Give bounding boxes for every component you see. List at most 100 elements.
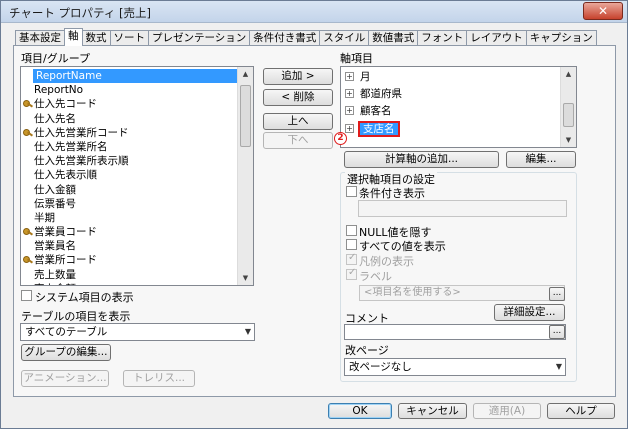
remove-button[interactable]: < 削除 xyxy=(263,89,333,106)
list-item-label: 仕入先営業所コード xyxy=(34,126,129,139)
list-item[interactable]: 半期 xyxy=(21,211,253,225)
list-item[interactable]: 売上金額 xyxy=(21,282,253,285)
comment-input[interactable] xyxy=(344,324,566,340)
tab-9[interactable]: レイアウト xyxy=(466,30,527,46)
chevron-down-icon: ▼ xyxy=(244,327,251,336)
window-title: チャート プロパティ [売上] xyxy=(9,6,151,20)
expand-icon[interactable]: + xyxy=(345,89,354,98)
trellis-button[interactable]: トレリス... xyxy=(123,370,195,387)
label-checkbox[interactable] xyxy=(346,267,357,280)
axis-tree-scrollbar[interactable]: ▲ ▼ xyxy=(560,67,576,147)
expand-icon[interactable]: + xyxy=(345,106,354,115)
scroll-up-icon[interactable]: ▲ xyxy=(561,67,576,81)
close-button[interactable]: ✕ xyxy=(583,2,623,20)
system-fields-label: システム項目の表示 xyxy=(35,291,134,304)
fields-list[interactable]: ReportName ReportNo 仕入先コード 仕入先名 仕入先営業所コード 仕入先… xyxy=(20,66,254,286)
pagebreak-select[interactable]: 改ページなし ▼ xyxy=(344,358,566,376)
conditional-checkbox[interactable] xyxy=(346,186,357,197)
table-label: テーブルの項目を表示 xyxy=(21,310,131,323)
scroll-down-icon[interactable]: ▼ xyxy=(238,271,253,285)
pagebreak-label: 改ページ xyxy=(345,344,389,357)
title-bar[interactable]: チャート プロパティ [売上] ✕ xyxy=(1,1,627,23)
list-item[interactable]: 仕入先表示順 xyxy=(21,168,253,182)
tab-5[interactable]: 条件付き書式 xyxy=(249,30,321,46)
list-item[interactable]: 仕入先名 xyxy=(21,112,253,126)
list-item-label: 営業所コード xyxy=(34,254,97,267)
axis-item-branch[interactable]: + 支店名 xyxy=(345,121,400,137)
list-item[interactable]: 伝票番号 xyxy=(21,197,253,211)
list-item[interactable]: 売上数量 xyxy=(21,268,253,282)
label-input[interactable]: <項目名を使用する> xyxy=(359,285,565,301)
list-item[interactable]: 仕入先営業所名 xyxy=(21,140,253,154)
list-item[interactable]: 仕入先営業所表示順 xyxy=(21,154,253,168)
list-item-label: ReportNo xyxy=(34,84,84,97)
apply-button[interactable]: 適用(A) xyxy=(473,403,541,419)
show-all-checkbox[interactable] xyxy=(346,239,357,250)
list-item[interactable]: 仕入金額 xyxy=(21,183,253,197)
table-select[interactable]: すべてのテーブル ▼ xyxy=(20,323,255,341)
scroll-down-icon[interactable]: ▼ xyxy=(561,133,576,147)
legend-label: 凡例の表示 xyxy=(359,255,414,268)
move-down-button[interactable]: 下へ xyxy=(263,132,333,149)
tab-7[interactable]: 数値書式 xyxy=(368,30,419,46)
label-browse-button[interactable]: ... xyxy=(549,287,565,301)
tab-8[interactable]: フォント xyxy=(417,30,468,46)
list-item[interactable]: 仕入先営業所コード xyxy=(21,126,253,140)
axis-item-customer[interactable]: + 顧客名 xyxy=(345,104,392,119)
axis-item-prefecture[interactable]: + 都道府県 xyxy=(345,87,402,102)
pagebreak-select-value: 改ページなし xyxy=(349,361,412,373)
comment-browse-button[interactable]: ... xyxy=(549,325,565,339)
list-item-label: 伝票番号 xyxy=(34,197,76,210)
list-item[interactable]: ReportName xyxy=(33,69,253,84)
key-icon xyxy=(23,128,32,137)
list-item-label: 仕入先営業所表示順 xyxy=(34,155,129,168)
tab-6[interactable]: スタイル xyxy=(319,30,370,46)
add-calc-axis-button[interactable]: 計算軸の追加... xyxy=(344,151,499,168)
show-all-label: すべての値を表示 xyxy=(359,240,446,253)
axis-item-month[interactable]: + 月 xyxy=(345,70,371,85)
hide-null-checkbox[interactable] xyxy=(346,225,357,236)
fields-list-scrollbar[interactable]: ▲ ▼ xyxy=(237,67,253,285)
animation-button[interactable]: アニメーション... xyxy=(21,370,109,387)
expand-icon[interactable]: + xyxy=(345,72,354,81)
list-item[interactable]: 営業員名 xyxy=(21,239,253,253)
list-item-label: 仕入金額 xyxy=(34,183,76,196)
list-item-label: 半期 xyxy=(34,211,55,224)
key-icon xyxy=(23,100,32,108)
list-item[interactable]: 仕入先コード xyxy=(21,97,253,111)
tab-2[interactable]: 数式 xyxy=(81,30,111,46)
tab-10[interactable]: キャプション xyxy=(525,30,597,46)
axis-items-tree[interactable]: + 月 + 都道府県 + 顧客名 + 支店名 ▲ ▼ xyxy=(340,66,577,148)
list-item-label: 営業員名 xyxy=(34,240,76,253)
tab-0[interactable]: 基本設定 xyxy=(15,30,65,46)
move-up-button[interactable]: 上へ xyxy=(263,113,333,130)
list-item-label: 仕入先営業所名 xyxy=(34,140,108,153)
cancel-button[interactable]: キャンセル xyxy=(398,403,467,419)
add-button[interactable]: 追加 > xyxy=(263,68,333,85)
condition-input[interactable] xyxy=(358,200,567,217)
edit-button[interactable]: 編集... xyxy=(506,151,576,168)
legend-checkbox[interactable] xyxy=(346,252,357,265)
system-fields-checkbox[interactable] xyxy=(21,290,32,301)
tab-4[interactable]: プレゼンテーション xyxy=(148,30,251,46)
expand-icon[interactable]: + xyxy=(345,124,354,133)
scroll-thumb[interactable] xyxy=(240,85,251,147)
list-item-label: ReportName xyxy=(36,70,102,82)
detail-settings-button[interactable]: 詳細設定... xyxy=(494,304,565,321)
scroll-thumb[interactable] xyxy=(563,103,574,127)
ok-button[interactable]: OK xyxy=(328,403,392,419)
list-item[interactable]: 営業所コード xyxy=(21,253,253,267)
scroll-up-icon[interactable]: ▲ xyxy=(238,67,253,81)
help-button[interactable]: ヘルプ xyxy=(547,403,615,419)
list-item[interactable]: ReportNo xyxy=(21,83,253,97)
list-item-label: 仕入先名 xyxy=(34,112,76,125)
tab-1[interactable]: 軸 xyxy=(64,28,83,46)
group-edit-button[interactable]: グループの編集... xyxy=(21,344,111,361)
chevron-down-icon: ▼ xyxy=(555,362,562,371)
axis-items-label: 軸項目 xyxy=(340,52,373,65)
list-item[interactable]: 営業員コード xyxy=(21,225,253,239)
tab-3[interactable]: ソート xyxy=(109,30,149,46)
key-icon xyxy=(23,256,32,264)
list-item-label: 営業員コード xyxy=(34,226,97,239)
label-label: ラベル xyxy=(359,270,392,283)
